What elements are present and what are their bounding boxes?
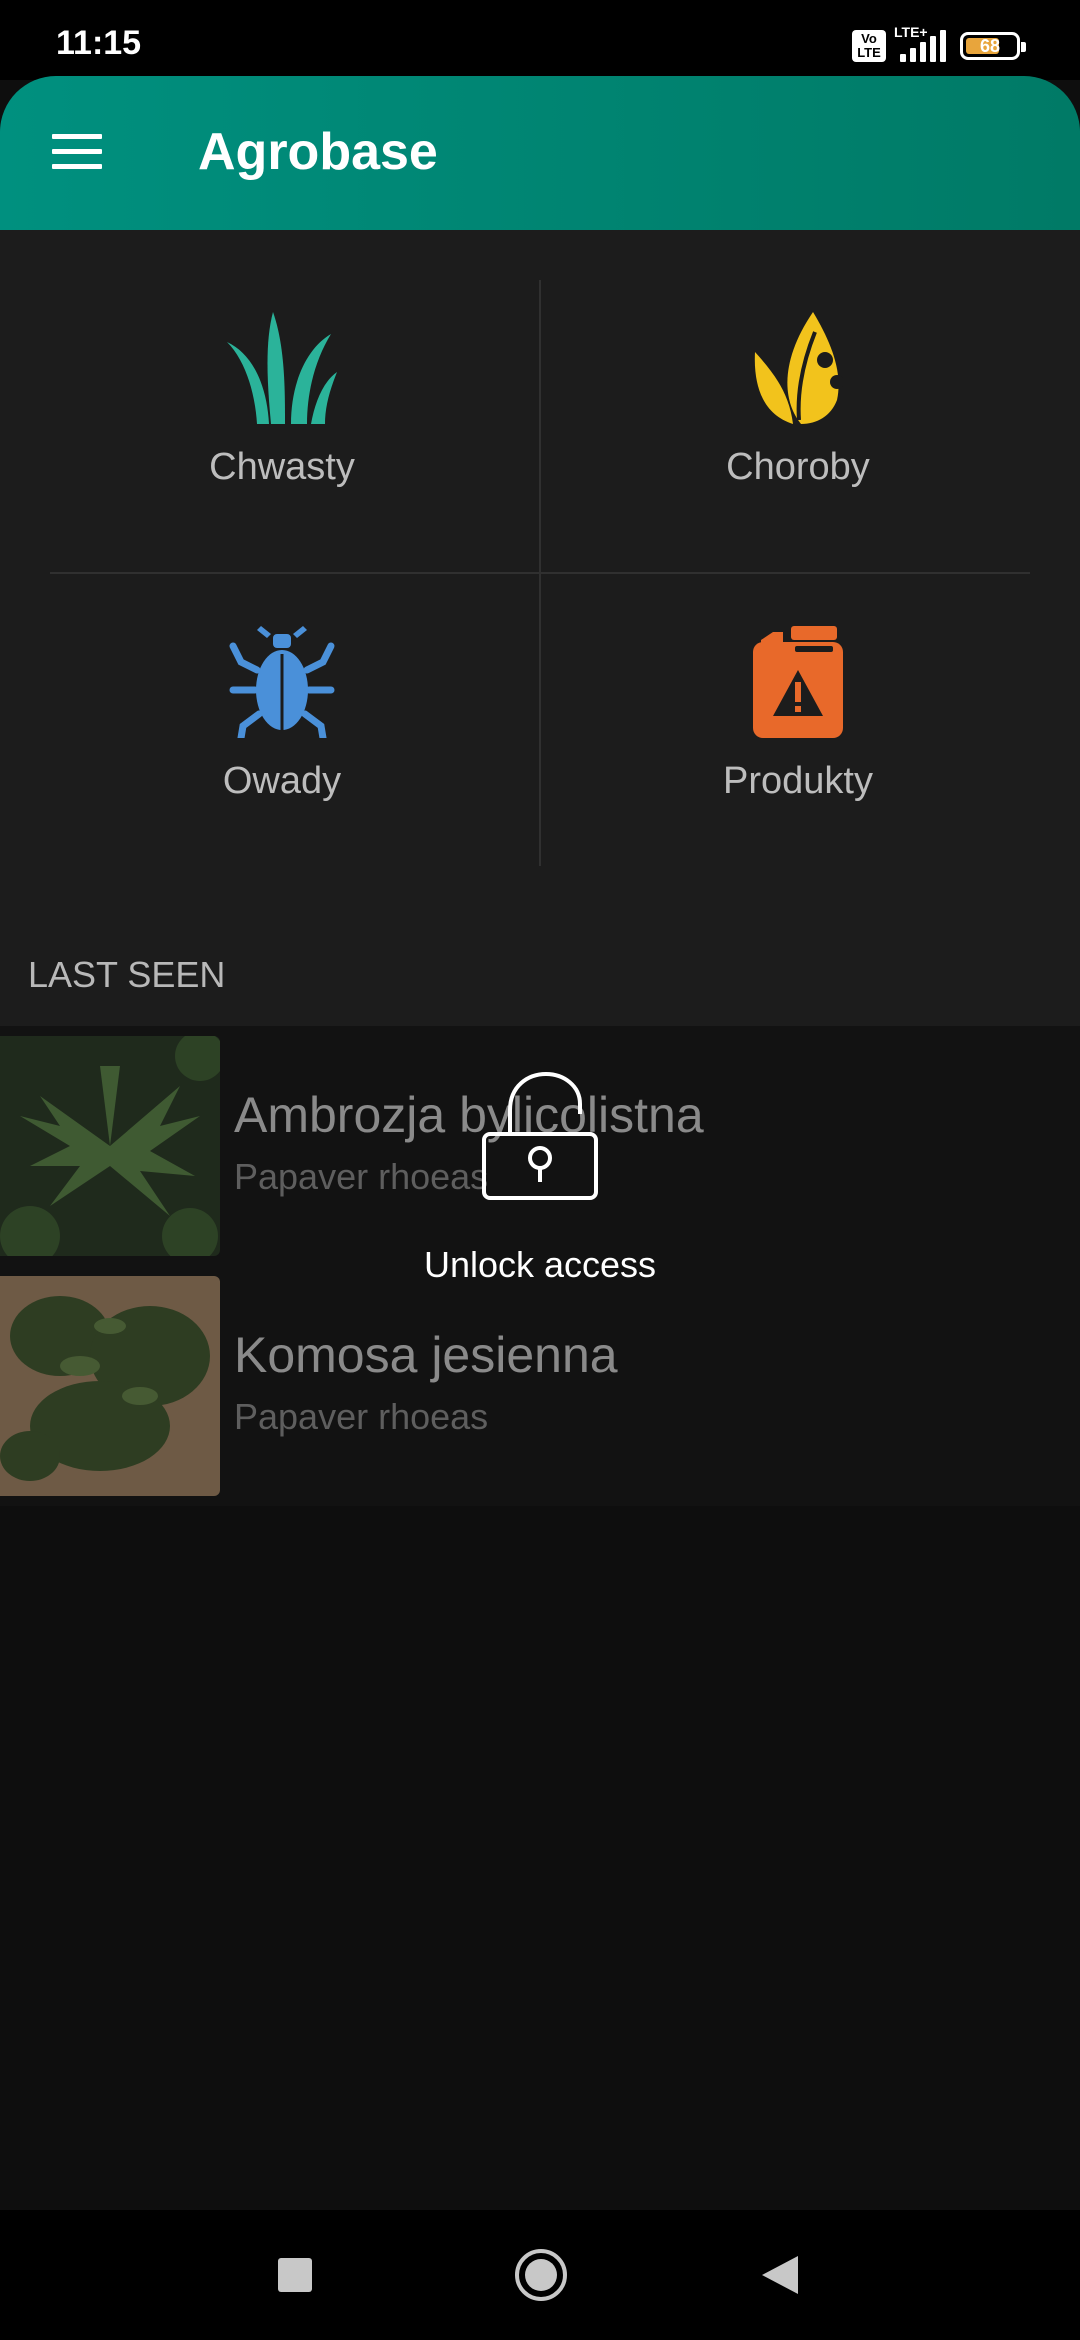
category-label: Choroby	[726, 446, 870, 488]
circle-home-icon[interactable]	[514, 2248, 568, 2307]
triangle-back-icon[interactable]	[762, 2256, 798, 2299]
category-label: Owady	[222, 760, 342, 802]
category-choroby[interactable]: Choroby	[548, 312, 1048, 602]
hamburger-menu-icon[interactable]	[52, 134, 102, 174]
app-title: Agrobase	[198, 123, 438, 181]
square-recents-icon[interactable]	[278, 2258, 312, 2297]
status-time: 11:15	[56, 24, 142, 62]
beetle-icon	[229, 626, 335, 738]
status-icons: Vo LTE LTE+ 68	[852, 24, 1026, 66]
category-label: Chwasty	[209, 446, 355, 488]
network-type: LTE+	[894, 24, 928, 40]
unlock-access-label: Unlock access	[423, 1244, 657, 1285]
battery-level: 68	[979, 35, 1001, 56]
status-bar: 11:15 Vo LTE LTE+ 68	[0, 0, 1080, 80]
diseased-leaf-icon	[754, 312, 843, 424]
signal-strength-icon: LTE+	[894, 24, 946, 62]
category-chwasty[interactable]: Chwasty	[32, 312, 532, 602]
category-label: Produkty	[723, 760, 873, 802]
category-grid: Chwasty Choroby Owady Produkty	[0, 230, 1080, 870]
last-seen-section: LAST SEEN	[0, 870, 1080, 1026]
chemical-canister-icon	[753, 626, 843, 738]
last-seen-heading: LAST SEEN	[28, 954, 226, 995]
battery-icon: 68	[960, 32, 1026, 60]
system-nav-bar	[0, 2210, 1080, 2340]
weed-grass-icon	[227, 312, 337, 424]
volte-icon: Vo LTE	[852, 30, 886, 62]
unlock-overlay[interactable]: Unlock access	[0, 1026, 1080, 1506]
app-bar: Agrobase	[0, 76, 1080, 230]
unlocked-padlock-icon	[482, 1072, 598, 1200]
